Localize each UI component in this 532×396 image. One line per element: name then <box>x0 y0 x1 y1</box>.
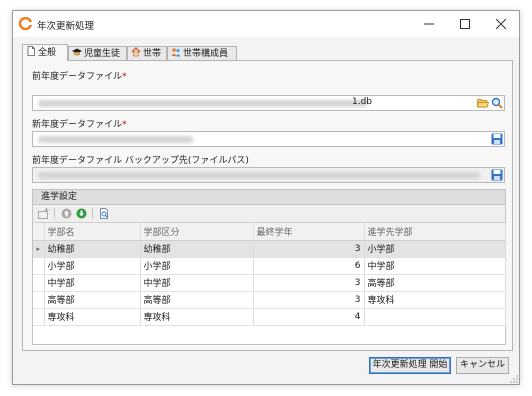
backup-path-field[interactable] <box>32 167 505 183</box>
folder-open-icon[interactable] <box>477 97 489 109</box>
cell-category[interactable]: 幼稚部 <box>140 240 254 258</box>
column-header[interactable]: 学部名 <box>44 223 141 241</box>
prev-file-path-text: 1.db <box>351 97 372 107</box>
close-button[interactable] <box>483 11 519 37</box>
window-title: 年次更新処理 <box>37 21 95 32</box>
row-indicator <box>33 274 45 292</box>
group-title: 進学設定 <box>33 190 505 205</box>
start-update-button[interactable]: 年次更新処理 開始 <box>369 357 451 374</box>
table-row[interactable]: 専攻科 専攻科 4 <box>33 308 506 326</box>
move-up-icon[interactable] <box>61 208 72 219</box>
cell-final-year[interactable]: 4 <box>253 308 365 326</box>
cell-name[interactable]: 高等部 <box>44 291 141 309</box>
new-file-label: 新年度データファイル* <box>32 120 127 130</box>
cell-next-department[interactable]: 高等部 <box>364 274 506 292</box>
advancement-grid: 学部名 学部区分 最終学年 進学先学部 ▸ 幼稚部 幼稚部 3 小学部 小学部 … <box>33 223 506 326</box>
column-header[interactable]: 学部区分 <box>140 223 254 241</box>
tab-panel-general: 前年度データファイル* 1.db 新年度データファイル* 前年度データファイル … <box>22 60 513 351</box>
prev-file-field[interactable]: 1.db <box>32 95 505 111</box>
cell-final-year[interactable]: 3 <box>253 291 365 309</box>
row-indicator <box>33 308 45 326</box>
tab-household-members[interactable]: 世帯構成員 <box>167 46 237 60</box>
cell-next-department[interactable]: 小学部 <box>364 240 506 258</box>
tab-general-label: 全般 <box>38 48 57 58</box>
cell-next-department[interactable]: 中学部 <box>364 257 506 275</box>
close-icon <box>495 18 507 30</box>
table-row[interactable]: 中学部 中学部 3 高等部 <box>33 274 506 292</box>
add-row-icon[interactable] <box>38 208 49 219</box>
tab-students[interactable]: 児童生徒 <box>68 46 127 60</box>
cell-category[interactable]: 専攻科 <box>140 308 254 326</box>
student-cap-icon <box>72 48 82 56</box>
grid-header-row: 学部名 学部区分 最終学年 進学先学部 <box>33 223 506 241</box>
document-icon <box>27 46 35 56</box>
new-file-field[interactable] <box>32 131 505 147</box>
cell-name[interactable]: 専攻科 <box>44 308 141 326</box>
row-indicator <box>33 291 45 309</box>
row-indicator-header <box>33 223 45 241</box>
table-row[interactable]: 小学部 小学部 6 中学部 <box>33 257 506 275</box>
cell-final-year[interactable]: 6 <box>253 257 365 275</box>
cell-name[interactable]: 中学部 <box>44 274 141 292</box>
app-window: 年次更新処理 全般 児童生徒 世帯 世帯構成員 前年度データファイル* 1.db <box>12 10 520 385</box>
table-row[interactable]: 高等部 高等部 3 専攻科 <box>33 291 506 309</box>
cancel-button[interactable]: キャンセル <box>456 357 509 374</box>
family-members-icon <box>171 48 181 57</box>
advancement-settings-group: 進学設定 学部名 学部区分 最終学年 進学先学部 ▸ 幼稚部 幼稚部 3 小学部… <box>32 189 506 345</box>
backup-path-label: 前年度データファイル バックアップ先(ファイルパス) <box>32 156 249 166</box>
save-icon[interactable] <box>491 169 503 181</box>
tab-household[interactable]: 世帯 <box>127 46 167 60</box>
column-header[interactable]: 最終学年 <box>253 223 365 241</box>
maximize-icon <box>460 19 470 29</box>
column-header[interactable]: 進学先学部 <box>364 223 506 241</box>
search-icon[interactable] <box>491 97 503 109</box>
tab-students-label: 児童生徒 <box>84 49 121 59</box>
grid-toolbar <box>33 205 505 223</box>
save-icon[interactable] <box>491 133 503 145</box>
tab-general[interactable]: 全般 <box>22 44 68 61</box>
maximize-button[interactable] <box>447 11 483 37</box>
cell-next-department[interactable] <box>364 308 506 326</box>
minimize-button[interactable] <box>411 11 447 37</box>
cell-category[interactable]: 小学部 <box>140 257 254 275</box>
cell-final-year[interactable]: 3 <box>253 274 365 292</box>
preview-document-icon[interactable] <box>99 208 110 219</box>
cell-name[interactable]: 小学部 <box>44 257 141 275</box>
cell-category[interactable]: 中学部 <box>140 274 254 292</box>
cell-name[interactable]: 幼稚部 <box>44 240 141 258</box>
row-indicator: ▸ <box>33 240 45 258</box>
row-indicator <box>33 257 45 275</box>
cell-next-department[interactable]: 専攻科 <box>364 291 506 309</box>
house-icon <box>131 47 141 57</box>
table-row[interactable]: ▸ 幼稚部 幼稚部 3 小学部 <box>33 240 506 258</box>
prev-file-label: 前年度データファイル* <box>32 72 127 82</box>
move-down-icon[interactable] <box>76 208 87 219</box>
minimize-icon <box>424 23 434 25</box>
tab-household-members-label: 世帯構成員 <box>183 49 229 59</box>
cell-final-year[interactable]: 3 <box>253 240 365 258</box>
tab-household-label: 世帯 <box>143 49 162 59</box>
app-logo-icon <box>19 17 32 30</box>
resize-grip-icon[interactable] <box>510 375 518 383</box>
title-bar: 年次更新処理 <box>13 11 519 37</box>
cell-category[interactable]: 高等部 <box>140 291 254 309</box>
